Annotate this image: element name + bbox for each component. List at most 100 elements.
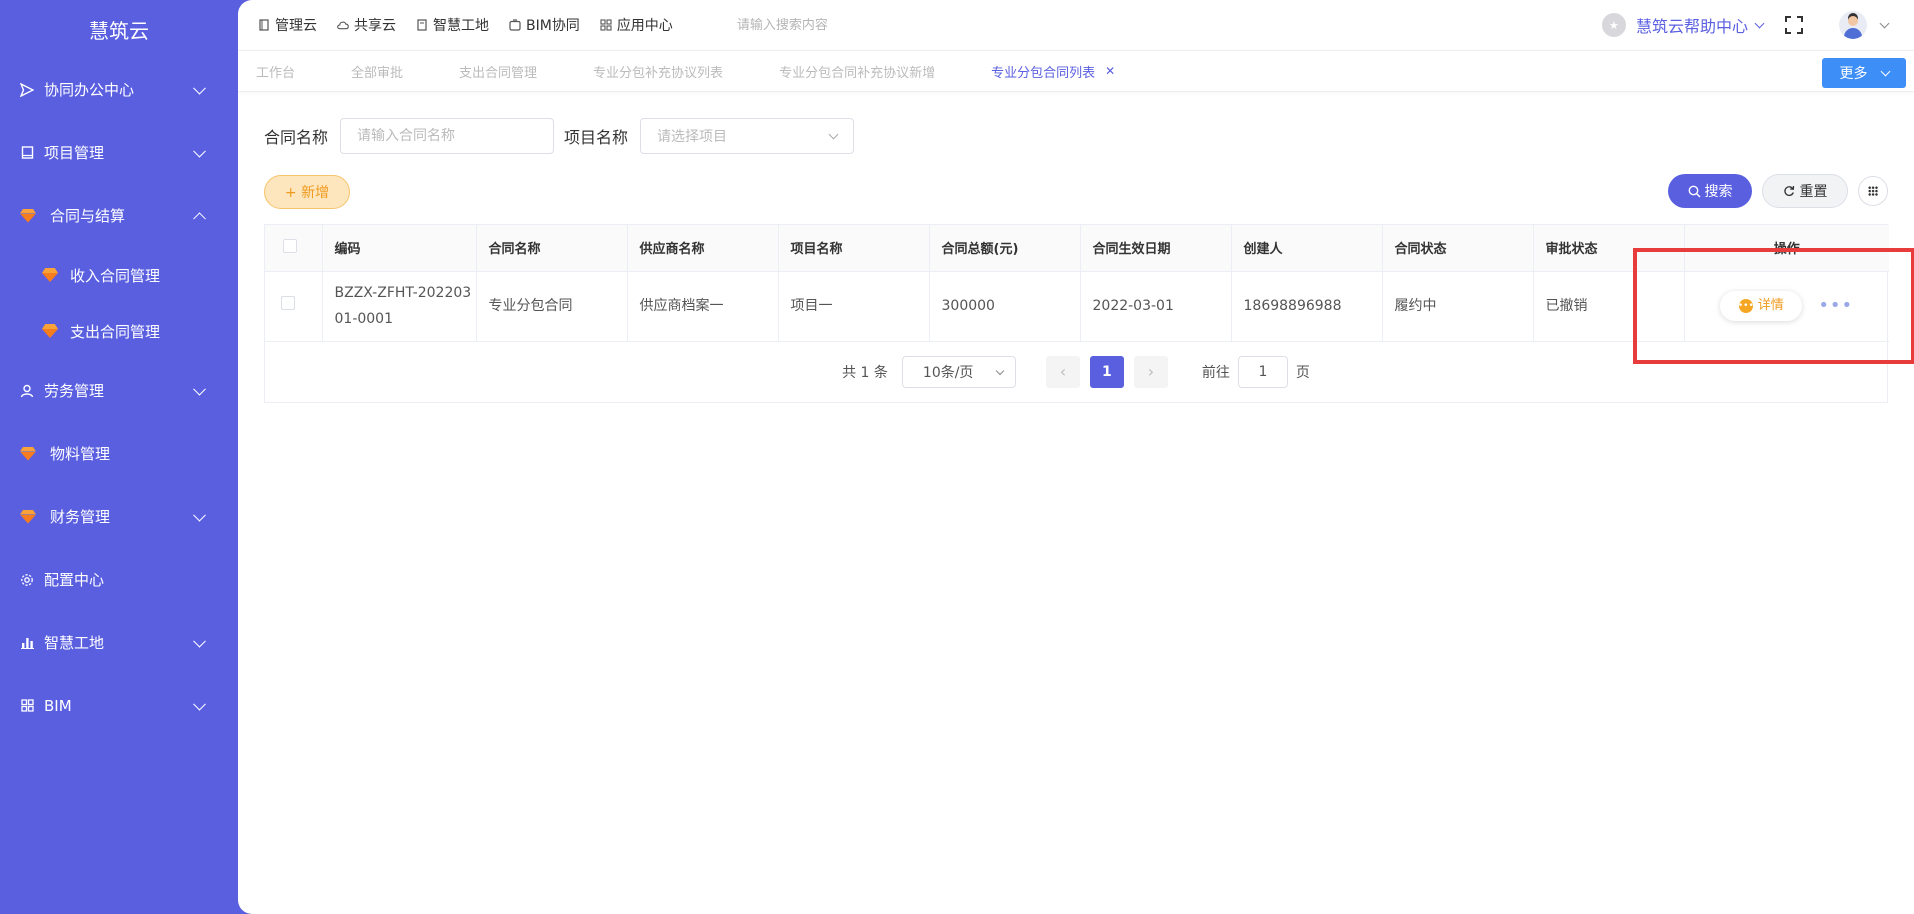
refresh-icon bbox=[1783, 185, 1795, 197]
prev-page-button[interactable]: ‹ bbox=[1045, 355, 1080, 388]
sidebar-item-label: 项目管理 bbox=[44, 144, 105, 162]
send-icon bbox=[20, 82, 34, 97]
sidebar-item-label: 合同与结算 bbox=[50, 207, 126, 225]
sidebar-item-config-center[interactable]: 配置中心 bbox=[0, 548, 238, 611]
more-circle-icon: ••• bbox=[1737, 299, 1754, 313]
contract-table: 编码 合同名称 供应商名称 项目名称 合同总额(元) 合同生效日期 创建人 合同… bbox=[264, 224, 1889, 403]
column-header: 创建人 bbox=[1231, 225, 1383, 272]
global-search-input[interactable] bbox=[736, 17, 937, 33]
column-settings-button[interactable] bbox=[1858, 176, 1888, 206]
column-header: 操作 bbox=[1684, 225, 1889, 272]
code-line: BZZX-ZFHT-202203 bbox=[334, 285, 472, 301]
sidebar-item-label: 劳务管理 bbox=[44, 382, 105, 400]
sidebar-item-label: 协同办公中心 bbox=[44, 81, 135, 99]
sidebar-item-label: 物料管理 bbox=[50, 445, 111, 463]
right-actions: 搜索 重置 bbox=[1668, 174, 1888, 208]
chevron-down-icon bbox=[193, 144, 206, 158]
content-area: 合同名称 项目名称 请选择项目 + 新增 搜索 bbox=[238, 118, 1914, 403]
sidebar-item-bim[interactable]: BIM bbox=[0, 674, 238, 737]
tab-workbench[interactable]: 工作台 bbox=[256, 62, 295, 81]
help-badge-icon: ★ bbox=[1601, 13, 1626, 37]
search-button[interactable]: 搜索 bbox=[1668, 174, 1752, 208]
top-bar: 管理云 共享云 智慧工地 BIM协同 应用中心 ★ 慧筑云帮助中心 bbox=[238, 0, 1914, 50]
tab-subcontract-list[interactable]: 专业分包合同列表 ✕ bbox=[991, 62, 1115, 81]
tab-subcontract-supplement-add[interactable]: 专业分包合同补充协议新增 bbox=[779, 62, 935, 81]
help-center-link[interactable]: 慧筑云帮助中心 bbox=[1636, 13, 1765, 37]
column-header: 合同名称 bbox=[476, 225, 628, 272]
tab-label: 专业分包合同列表 bbox=[991, 65, 1096, 81]
chevron-down-icon bbox=[1880, 66, 1890, 76]
topnav-app-center[interactable]: 应用中心 bbox=[600, 15, 673, 35]
contract-name-input[interactable] bbox=[340, 118, 555, 154]
tab-all-approval[interactable]: 全部审批 bbox=[351, 62, 403, 81]
grid-icon bbox=[20, 699, 34, 713]
gear-icon bbox=[20, 573, 34, 587]
avatar[interactable] bbox=[1839, 11, 1867, 39]
contract-name-label: 合同名称 bbox=[264, 128, 329, 147]
cell-effective-date: 2022-03-01 bbox=[1080, 271, 1232, 342]
chevron-up-icon bbox=[193, 211, 206, 225]
gem-icon bbox=[20, 447, 36, 461]
more-actions-icon[interactable]: ••• bbox=[1818, 293, 1853, 319]
table-row: BZZX-ZFHT-202203 01-0001 专业分包合同 供应商档案一 项… bbox=[265, 271, 1889, 342]
cell-contract-name: 专业分包合同 bbox=[476, 271, 628, 342]
topnav-label: 智慧工地 bbox=[433, 18, 489, 34]
chevron-down-icon[interactable] bbox=[1879, 18, 1890, 28]
gem-icon bbox=[42, 268, 58, 282]
page-size-select[interactable]: 10条/页 bbox=[901, 355, 1016, 388]
gem-icon bbox=[20, 510, 36, 524]
chevron-down-icon bbox=[995, 366, 1005, 375]
select-all-checkbox[interactable] bbox=[283, 238, 297, 253]
sidebar-item-label: 配置中心 bbox=[44, 571, 105, 589]
tab-subcontract-supplement-list[interactable]: 专业分包补充协议列表 bbox=[593, 62, 723, 81]
row-checkbox[interactable] bbox=[281, 296, 295, 310]
sidebar-subitem-income-contract[interactable]: 收入合同管理 bbox=[0, 247, 238, 303]
sidebar-item-collab-office[interactable]: 协同办公中心 bbox=[0, 58, 238, 121]
main-panel: 管理云 共享云 智慧工地 BIM协同 应用中心 ★ 慧筑云帮助中心 bbox=[238, 0, 1914, 914]
tab-label: 专业分包补充协议列表 bbox=[593, 65, 724, 81]
cell-code: BZZX-ZFHT-202203 01-0001 bbox=[322, 271, 477, 342]
sidebar-item-label: 财务管理 bbox=[50, 508, 111, 526]
page-number-button[interactable]: 1 bbox=[1089, 355, 1124, 388]
search-label: 搜索 bbox=[1704, 184, 1733, 200]
add-button[interactable]: + 新增 bbox=[264, 175, 350, 209]
reset-button[interactable]: 重置 bbox=[1762, 174, 1848, 208]
topnav-smart-site[interactable]: 智慧工地 bbox=[416, 15, 489, 35]
chevron-left-icon: ‹ bbox=[1059, 362, 1067, 381]
close-icon[interactable]: ✕ bbox=[1105, 64, 1115, 78]
fullscreen-icon[interactable] bbox=[1785, 16, 1803, 34]
box-icon bbox=[509, 19, 521, 31]
column-header: 合同生效日期 bbox=[1080, 225, 1232, 272]
action-row: + 新增 搜索 重置 bbox=[264, 174, 1888, 210]
sidebar-item-contract-settlement[interactable]: 合同与结算 bbox=[0, 184, 238, 247]
tab-label: 专业分包合同补充协议新增 bbox=[779, 65, 936, 81]
detail-button[interactable]: ••• 详情 bbox=[1720, 291, 1803, 321]
tab-expense-contract[interactable]: 支出合同管理 bbox=[459, 62, 537, 81]
book-icon bbox=[20, 146, 34, 160]
detail-label: 详情 bbox=[1757, 298, 1784, 313]
sidebar-item-material-management[interactable]: 物料管理 bbox=[0, 422, 238, 485]
sidebar-item-smart-site[interactable]: 智慧工地 bbox=[0, 611, 238, 674]
next-page-button[interactable]: › bbox=[1133, 355, 1168, 388]
sidebar-item-label: 收入合同管理 bbox=[70, 266, 161, 285]
sidebar-item-project-management[interactable]: 项目管理 bbox=[0, 121, 238, 184]
cell-creator: 18698896988 bbox=[1231, 271, 1383, 342]
cell-approval-status: 已撤销 bbox=[1533, 271, 1685, 342]
sidebar-item-finance-management[interactable]: 财务管理 bbox=[0, 485, 238, 548]
sidebar-item-label: 智慧工地 bbox=[44, 634, 105, 652]
chevron-right-icon: › bbox=[1147, 362, 1155, 381]
goto-page-input[interactable] bbox=[1237, 355, 1288, 388]
topnav-shared-cloud[interactable]: 共享云 bbox=[337, 15, 396, 35]
topnav-bim-collab[interactable]: BIM协同 bbox=[509, 15, 580, 35]
topnav-label: 共享云 bbox=[354, 18, 396, 34]
page-size-value: 10条/页 bbox=[922, 364, 974, 381]
topnav-management-cloud[interactable]: 管理云 bbox=[258, 15, 317, 35]
cell-project: 项目一 bbox=[778, 271, 930, 342]
sidebar-item-labor-management[interactable]: 劳务管理 bbox=[0, 359, 238, 422]
chevron-down-icon bbox=[193, 697, 206, 711]
sidebar-subitem-expense-contract[interactable]: 支出合同管理 bbox=[0, 303, 238, 359]
more-button[interactable]: 更多 bbox=[1822, 58, 1906, 88]
chevron-down-icon bbox=[193, 508, 206, 522]
project-select[interactable]: 请选择项目 bbox=[640, 118, 855, 154]
tab-label: 支出合同管理 bbox=[459, 65, 538, 81]
